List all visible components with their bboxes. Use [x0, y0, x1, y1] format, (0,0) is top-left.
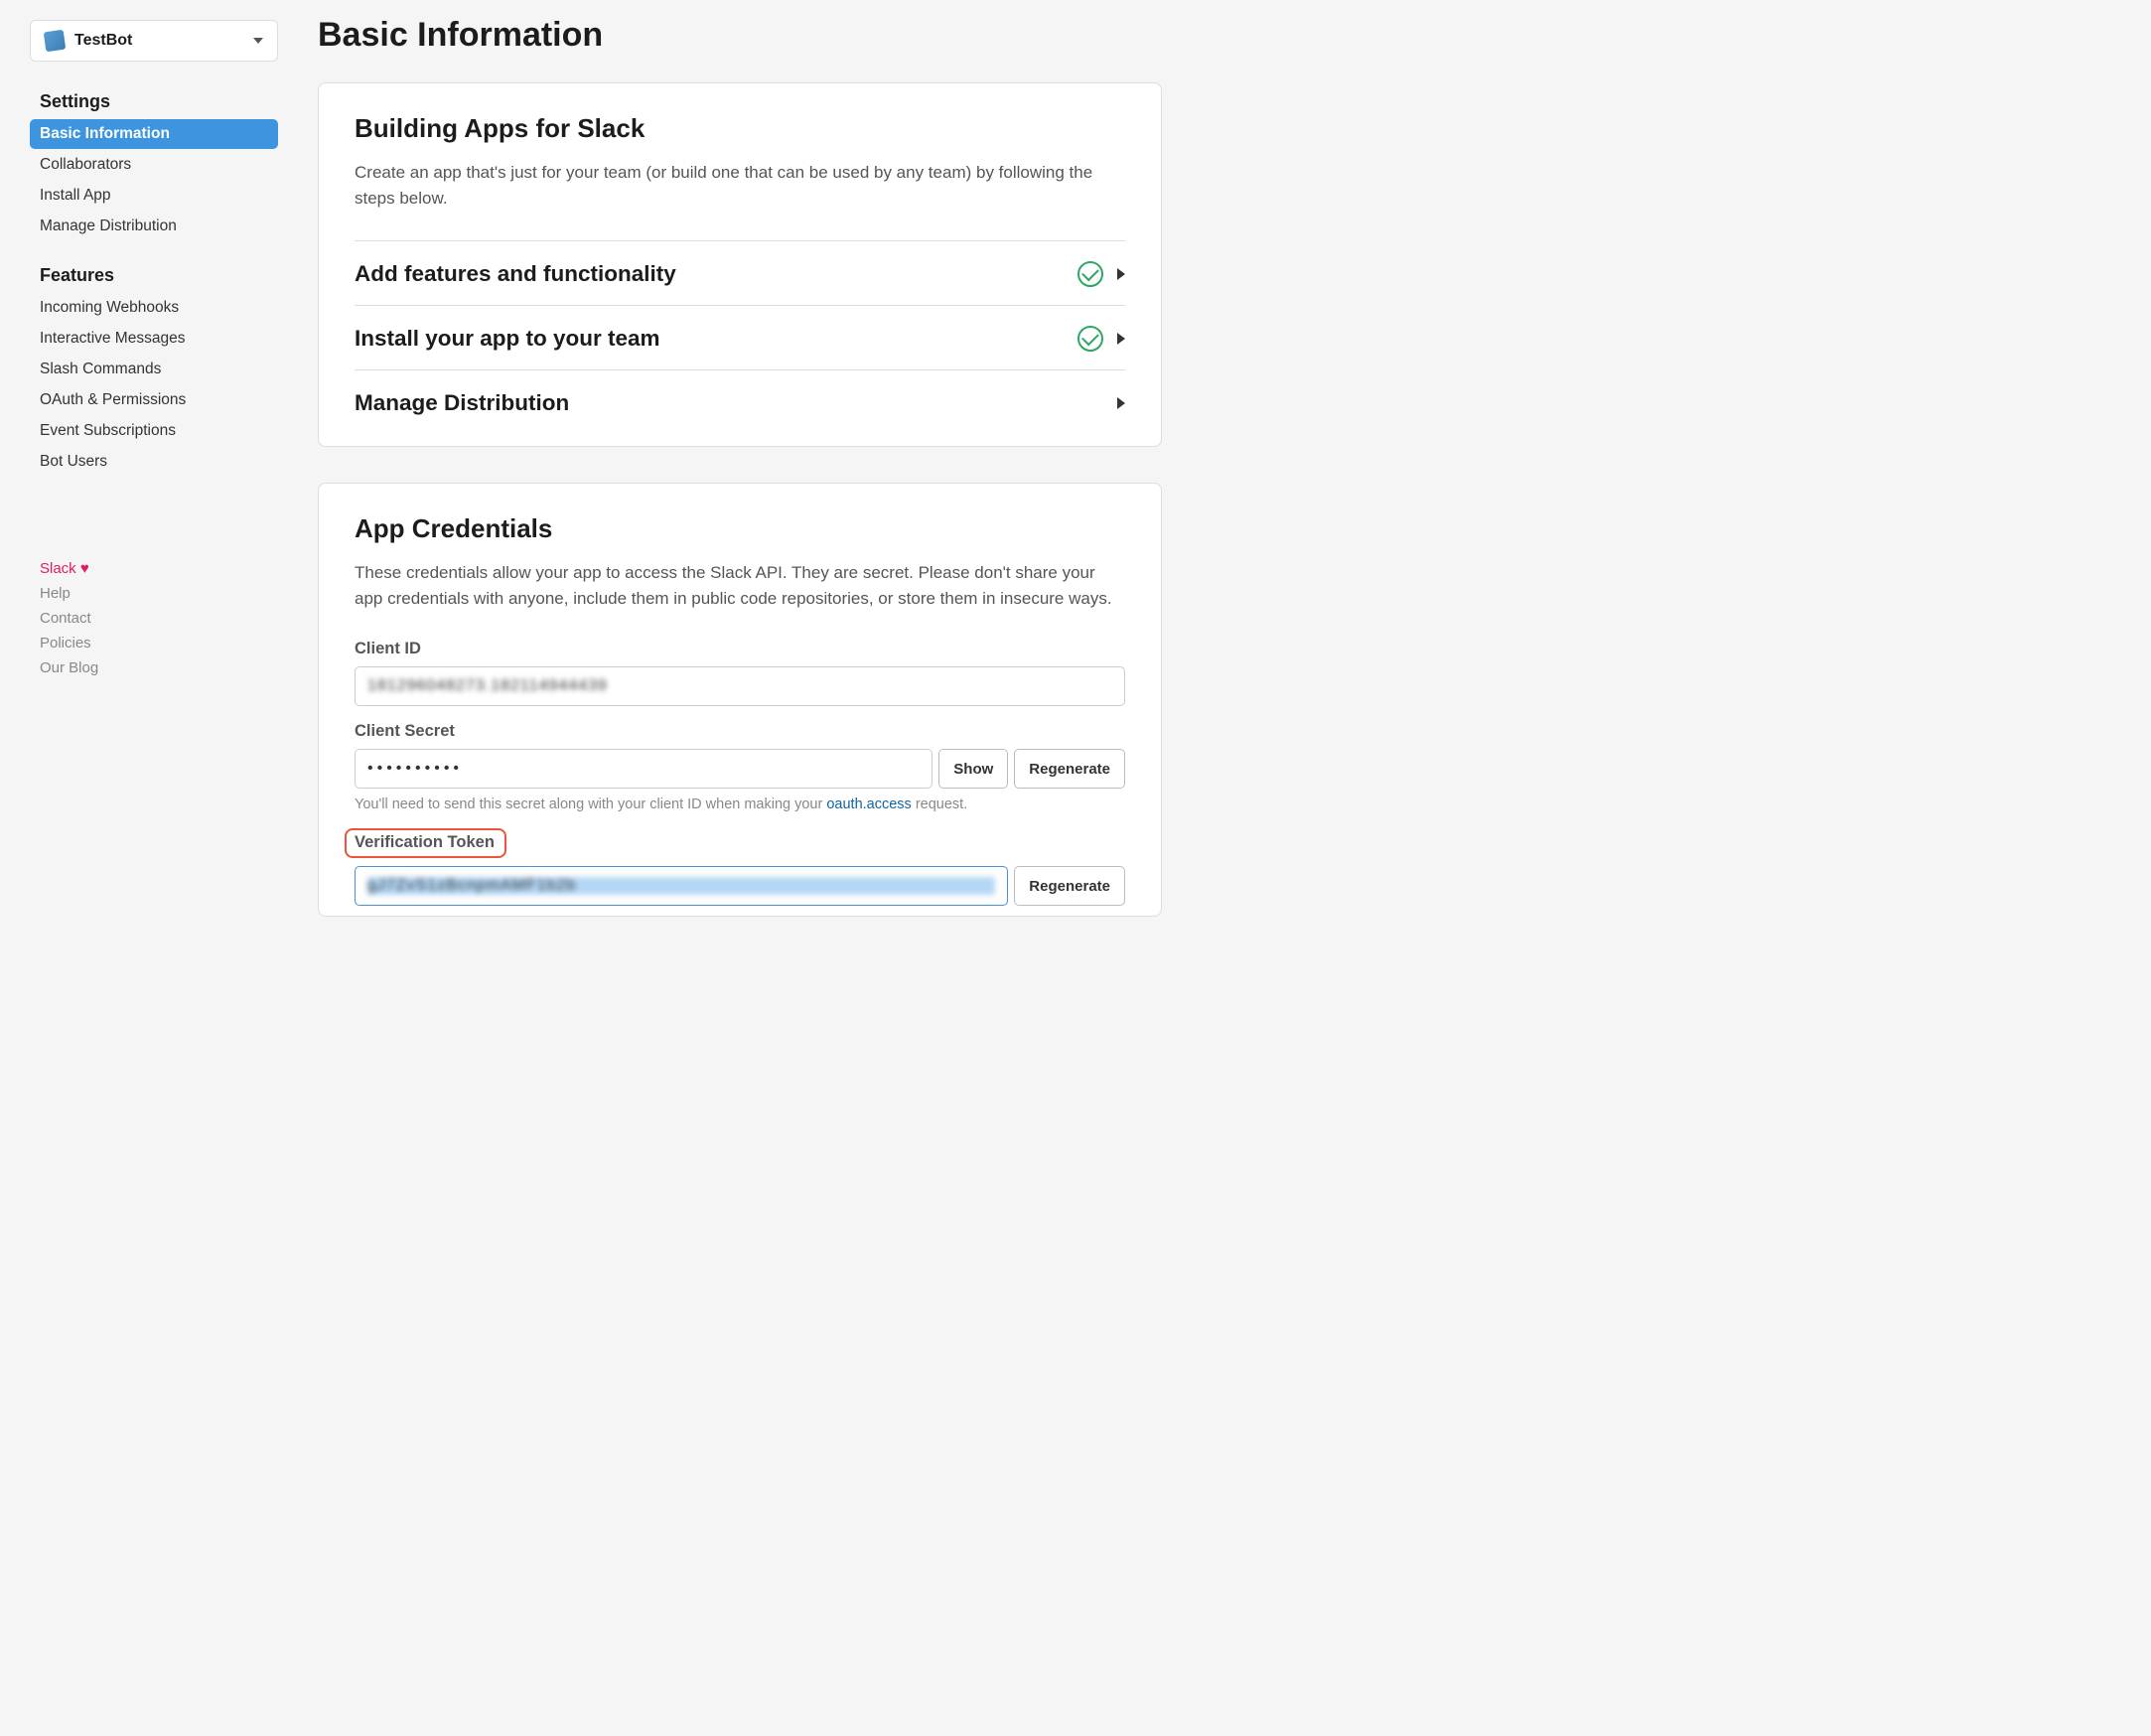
- features-heading: Features: [30, 259, 278, 292]
- client-id-field[interactable]: 181296048273.182114944439: [355, 666, 1125, 706]
- regenerate-secret-button[interactable]: Regenerate: [1014, 749, 1125, 789]
- help-text-pre: You'll need to send this secret along wi…: [355, 796, 826, 812]
- accordion-add-features[interactable]: Add features and functionality: [355, 240, 1125, 305]
- building-apps-card: Building Apps for Slack Create an app th…: [318, 82, 1162, 447]
- sidebar-item-manage-distribution[interactable]: Manage Distribution: [30, 212, 278, 241]
- footer-link-blog[interactable]: Our Blog: [30, 655, 278, 680]
- accordion-label: Manage Distribution: [355, 390, 1103, 416]
- sidebar-item-bot-users[interactable]: Bot Users: [30, 447, 278, 477]
- verification-token-value: gJ7ZvS1zBcnpmAMF1b2b: [367, 877, 995, 895]
- client-id-value: 181296048273.182114944439: [367, 677, 1112, 695]
- client-secret-help: You'll need to send this secret along wi…: [355, 796, 1125, 812]
- accordion-install-app[interactable]: Install your app to your team: [355, 305, 1125, 369]
- settings-heading: Settings: [30, 85, 278, 118]
- app-credentials-card: App Credentials These credentials allow …: [318, 483, 1162, 918]
- app-icon: [44, 30, 67, 53]
- chevron-down-icon: [253, 38, 263, 44]
- page-title: Basic Information: [318, 16, 1162, 55]
- app-selector[interactable]: TestBot: [30, 20, 278, 62]
- client-id-label: Client ID: [355, 640, 1125, 658]
- client-secret-label: Client Secret: [355, 722, 1125, 741]
- building-title: Building Apps for Slack: [355, 113, 1125, 144]
- building-desc: Create an app that's just for your team …: [355, 160, 1125, 213]
- sidebar-item-event-subscriptions[interactable]: Event Subscriptions: [30, 416, 278, 446]
- app-name: TestBot: [74, 32, 243, 50]
- footer-link-policies[interactable]: Policies: [30, 631, 278, 655]
- accordion-label: Add features and functionality: [355, 261, 1064, 287]
- sidebar-item-install-app[interactable]: Install App: [30, 181, 278, 211]
- sidebar-item-collaborators[interactable]: Collaborators: [30, 150, 278, 180]
- chevron-right-icon: [1117, 333, 1125, 345]
- heart-icon: ♥: [80, 560, 89, 577]
- accordion-label: Install your app to your team: [355, 326, 1064, 352]
- chevron-right-icon: [1117, 397, 1125, 409]
- regenerate-token-button[interactable]: Regenerate: [1014, 866, 1125, 906]
- oauth-access-link[interactable]: oauth.access: [826, 796, 911, 812]
- verification-token-field[interactable]: gJ7ZvS1zBcnpmAMF1b2b: [355, 866, 1008, 906]
- verification-token-label: Verification Token: [345, 828, 506, 858]
- credentials-desc: These credentials allow your app to acce…: [355, 560, 1125, 613]
- client-secret-field[interactable]: ••••••••••: [355, 749, 932, 789]
- sidebar-item-interactive-messages[interactable]: Interactive Messages: [30, 324, 278, 354]
- client-secret-value: ••••••••••: [367, 760, 920, 778]
- sidebar-item-slash-commands[interactable]: Slash Commands: [30, 355, 278, 384]
- sidebar-item-incoming-webhooks[interactable]: Incoming Webhooks: [30, 293, 278, 323]
- check-icon: [1077, 326, 1103, 352]
- credentials-title: App Credentials: [355, 513, 1125, 544]
- footer-link-slack[interactable]: Slack ♥: [30, 556, 278, 581]
- help-text-post: request.: [912, 796, 967, 812]
- footer-link-help[interactable]: Help: [30, 581, 278, 606]
- chevron-right-icon: [1117, 268, 1125, 280]
- show-button[interactable]: Show: [938, 749, 1008, 789]
- footer-link-contact[interactable]: Contact: [30, 606, 278, 631]
- accordion-manage-distribution[interactable]: Manage Distribution: [355, 369, 1125, 416]
- sidebar-item-basic-information[interactable]: Basic Information: [30, 119, 278, 149]
- check-icon: [1077, 261, 1103, 287]
- footer-slack-label: Slack: [40, 560, 76, 577]
- sidebar-item-oauth-permissions[interactable]: OAuth & Permissions: [30, 385, 278, 415]
